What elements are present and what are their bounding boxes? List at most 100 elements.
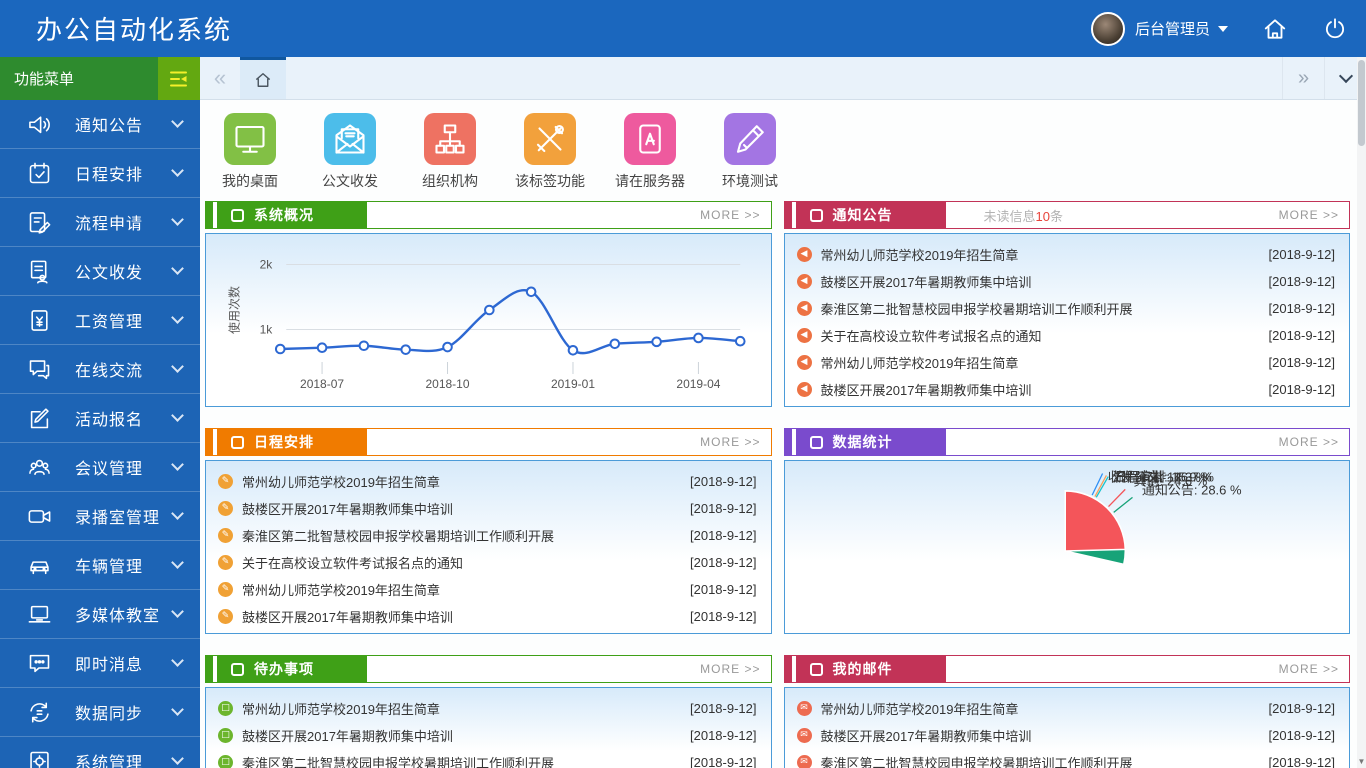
usage-line-chart: 1k2k使用次数2018-072018-102019-012019-04 bbox=[206, 234, 771, 406]
monitor-icon[interactable] bbox=[224, 113, 276, 165]
sidebar-item-video[interactable]: 录播室管理 bbox=[0, 492, 200, 541]
list-item[interactable]: ✉ 秦淮区第二批智慧校园申报学校暑期培训工作顺利开展 [2018-9-12] bbox=[797, 749, 1336, 768]
sidebar-item-car[interactable]: 车辆管理 bbox=[0, 541, 200, 590]
user-menu-caret-icon[interactable] bbox=[1218, 26, 1228, 32]
panel-title-band: 我的邮件 bbox=[796, 656, 946, 682]
list-item-date: [2018-9-12] bbox=[690, 701, 757, 716]
tabs-scroll-left-icon[interactable]: « bbox=[200, 57, 240, 99]
list-item[interactable]: ◀ 鼓楼区开展2017年暑期教师集中培训 [2018-9-12] bbox=[797, 268, 1336, 295]
list-item-text[interactable]: 秦淮区第二批智慧校园申报学校暑期培训工作顺利开展 bbox=[242, 753, 690, 768]
list-item-text[interactable]: 常州幼儿师范学校2019年招生简章 bbox=[821, 699, 1269, 718]
list-item[interactable]: ✎ 常州幼儿师范学校2019年招生简章 [2018-9-12] bbox=[218, 576, 757, 603]
home-icon[interactable] bbox=[1262, 16, 1288, 42]
list-item[interactable]: ✎ 鼓楼区开展2017年暑期教师集中培训 [2018-9-12] bbox=[218, 495, 757, 522]
list-item-text[interactable]: 常州幼儿师范学校2019年招生简章 bbox=[821, 245, 1269, 264]
desktop-shortcut[interactable]: 请在服务器 bbox=[612, 113, 688, 191]
list-item-text[interactable]: 常州幼儿师范学校2019年招生简章 bbox=[242, 472, 690, 491]
panel-title: 系统概况 bbox=[254, 205, 314, 225]
panel-title-band: 待办事项 bbox=[217, 656, 367, 682]
list-item-text[interactable]: 秦淮区第二批智慧校园申报学校暑期培训工作顺利开展 bbox=[242, 526, 690, 545]
list-item[interactable]: ✎ 鼓楼区开展2017年暑期教师集中培训 [2018-9-12] bbox=[218, 603, 757, 630]
svg-text:2018-10: 2018-10 bbox=[425, 377, 469, 391]
list-item-text[interactable]: 常州幼儿师范学校2019年招生简章 bbox=[242, 699, 690, 718]
list-item[interactable]: ◀ 关于在高校设立软件考试报名点的通知 [2018-9-12] bbox=[797, 322, 1336, 349]
tabs-scroll-right-icon[interactable]: » bbox=[1282, 57, 1324, 99]
sidebar-item-calendar[interactable]: 日程安排 bbox=[0, 149, 200, 198]
scrollbar-down-arrow-icon[interactable]: ▼ bbox=[1357, 757, 1366, 766]
desktop-shortcut[interactable]: 我的桌面 bbox=[212, 113, 288, 191]
sidebar-item-label: 流程申请 bbox=[75, 210, 173, 234]
panel-more-link[interactable]: MORE >> bbox=[700, 435, 770, 449]
list-item-text[interactable]: 关于在高校设立软件考试报名点的通知 bbox=[821, 326, 1269, 345]
vertical-scrollbar[interactable]: ▼ bbox=[1357, 57, 1366, 768]
sidebar-item-sync[interactable]: 数据同步 bbox=[0, 688, 200, 737]
list-item[interactable]: ◀ 秦淮区第二批智慧校园申报学校暑期培训工作顺利开展 [2018-9-12] bbox=[797, 295, 1336, 322]
list-item[interactable]: ✎ 常州幼儿师范学校2019年招生简章 [2018-9-12] bbox=[218, 468, 757, 495]
panel-more-link[interactable]: MORE >> bbox=[1279, 435, 1349, 449]
speaker-icon bbox=[26, 111, 53, 138]
list-item-text[interactable]: 鼓楼区开展2017年暑期教师集中培训 bbox=[242, 607, 690, 626]
list-item-text[interactable]: 关于在高校设立软件考试报名点的通知 bbox=[242, 553, 690, 572]
sidebar-item-salary[interactable]: 工资管理 bbox=[0, 296, 200, 345]
svg-text:其他: 24.6 %: 其他: 24.6 % bbox=[1133, 473, 1207, 488]
list-item[interactable]: ✎ 关于在高校设立软件考试报名点的通知 [2018-9-12] bbox=[218, 549, 757, 576]
scrollbar-thumb[interactable] bbox=[1358, 60, 1365, 146]
tabletA-icon[interactable] bbox=[624, 113, 676, 165]
list-item-icon: □ bbox=[218, 755, 233, 768]
sidebar-item-flow[interactable]: 流程申请 bbox=[0, 198, 200, 247]
panel-more-link[interactable]: MORE >> bbox=[700, 208, 770, 222]
list-item-text[interactable]: 常州幼儿师范学校2019年招生简章 bbox=[821, 353, 1269, 372]
desktop-shortcut[interactable]: 公文收发 bbox=[312, 113, 388, 191]
list-item[interactable]: ◀ 鼓楼区开展2017年暑期教师集中培训 [2018-9-12] bbox=[797, 376, 1336, 403]
sidebar-item-speaker[interactable]: 通知公告 bbox=[0, 100, 200, 149]
shortcut-label: 环境测试 bbox=[722, 171, 778, 191]
desktop-shortcut[interactable]: 环境测试 bbox=[712, 113, 788, 191]
pen-icon[interactable] bbox=[724, 113, 776, 165]
list-item[interactable]: □ 秦淮区第二批智慧校园申报学校暑期培训工作顺利开展 [2018-9-12] bbox=[218, 749, 757, 768]
topbar-right-group: 后台管理员 bbox=[1091, 12, 1348, 46]
sidebar-item-message[interactable]: 即时消息 bbox=[0, 639, 200, 688]
chevron-down-icon bbox=[171, 507, 184, 520]
desktop-shortcut[interactable]: 组织机构 bbox=[412, 113, 488, 191]
username-label[interactable]: 后台管理员 bbox=[1135, 18, 1210, 39]
list-item-text[interactable]: 鼓楼区开展2017年暑期教师集中培训 bbox=[242, 499, 690, 518]
list-item-text[interactable]: 常州幼儿师范学校2019年招生简章 bbox=[242, 580, 690, 599]
panel-more-link[interactable]: MORE >> bbox=[1279, 208, 1349, 222]
list-item[interactable]: ✉ 鼓楼区开展2017年暑期教师集中培训 [2018-9-12] bbox=[797, 722, 1336, 749]
chevron-down-icon bbox=[171, 164, 184, 177]
list-item-text[interactable]: 秦淮区第二批智慧校园申报学校暑期培训工作顺利开展 bbox=[821, 299, 1269, 318]
list-item[interactable]: □ 鼓楼区开展2017年暑期教师集中培训 [2018-9-12] bbox=[218, 722, 757, 749]
user-avatar[interactable] bbox=[1091, 12, 1125, 46]
desktop-shortcut[interactable]: 该标签功能 bbox=[512, 113, 588, 191]
list-item-text[interactable]: 鼓楼区开展2017年暑期教师集中培训 bbox=[821, 272, 1269, 291]
list-item[interactable]: ◀ 常州幼儿师范学校2019年招生简章 [2018-9-12] bbox=[797, 241, 1336, 268]
mailopen-icon[interactable] bbox=[324, 113, 376, 165]
sidebar-toggle-button[interactable] bbox=[158, 57, 200, 100]
tools-icon[interactable] bbox=[524, 113, 576, 165]
list-item[interactable]: ◀ 常州幼儿师范学校2019年招生简章 [2018-9-12] bbox=[797, 349, 1336, 376]
unread-count: 10 bbox=[1036, 209, 1050, 224]
sitemap-icon[interactable] bbox=[424, 113, 476, 165]
sidebar-item-signup[interactable]: 活动报名 bbox=[0, 394, 200, 443]
list-item-text[interactable]: 鼓楼区开展2017年暑期教师集中培训 bbox=[242, 726, 690, 745]
list-item-text[interactable]: 鼓楼区开展2017年暑期教师集中培训 bbox=[821, 380, 1269, 399]
list-item[interactable]: ✉ 常州幼儿师范学校2019年招生简章 [2018-9-12] bbox=[797, 695, 1336, 722]
list-item[interactable]: □ 常州幼儿师范学校2019年招生简章 [2018-9-12] bbox=[218, 695, 757, 722]
list-item-text[interactable]: 秦淮区第二批智慧校园申报学校暑期培训工作顺利开展 bbox=[821, 753, 1269, 768]
sidebar-item-laptop[interactable]: 多媒体教室 bbox=[0, 590, 200, 639]
sidebar-item-chat[interactable]: 在线交流 bbox=[0, 345, 200, 394]
power-icon[interactable] bbox=[1322, 16, 1348, 42]
list-item-icon: ✎ bbox=[218, 555, 233, 570]
sidebar-item-meeting[interactable]: 会议管理 bbox=[0, 443, 200, 492]
svg-text:2k: 2k bbox=[260, 258, 274, 272]
panel-title: 待办事项 bbox=[254, 659, 314, 679]
tab-home[interactable] bbox=[240, 57, 286, 99]
list-item[interactable]: ✎ 秦淮区第二批智慧校园申报学校暑期培训工作顺利开展 [2018-9-12] bbox=[218, 522, 757, 549]
panel-more-link[interactable]: MORE >> bbox=[1279, 662, 1349, 676]
sidebar-item-gear[interactable]: 系统管理 bbox=[0, 737, 200, 768]
panel-notice: 通知公告 未读信息10条 MORE >> ◀ 常州幼儿师范学校2019年招生简章… bbox=[784, 201, 1351, 407]
sidebar-item-docs[interactable]: 公文收发 bbox=[0, 247, 200, 296]
panel-more-link[interactable]: MORE >> bbox=[700, 662, 770, 676]
app-frame: 功能菜单 通知公告 日程安排 流程申请 公文收发 工资管理 在线交流 bbox=[0, 57, 1366, 768]
list-item-text[interactable]: 鼓楼区开展2017年暑期教师集中培训 bbox=[821, 726, 1269, 745]
